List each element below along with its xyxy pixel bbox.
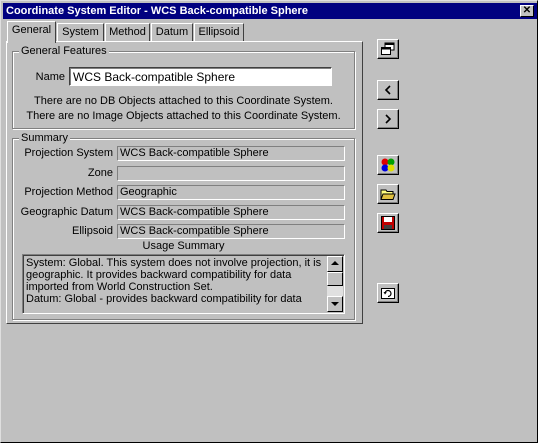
projection-method-value: Geographic (117, 185, 345, 200)
general-features-label: General Features (19, 45, 109, 57)
summary-label: Summary (19, 132, 71, 144)
arrow-left-icon (384, 85, 391, 95)
projection-system-label: Projection System (24, 147, 113, 159)
zone-value (117, 166, 345, 181)
tab-general[interactable]: General (7, 21, 56, 43)
previous-button[interactable] (377, 80, 399, 100)
window-title: Coordinate System Editor - WCS Back-comp… (6, 5, 308, 17)
tab-ellipsoid[interactable]: Ellipsoid (194, 23, 244, 42)
scroll-up-icon (331, 261, 339, 265)
scroll-down-button[interactable] (327, 296, 343, 312)
save-button[interactable] (377, 213, 399, 233)
tab-method-label: Method (109, 26, 146, 38)
palette-button[interactable] (377, 155, 399, 175)
close-button[interactable]: ✕ (520, 5, 534, 17)
name-label: Name (35, 71, 65, 83)
clone-window-button[interactable] (377, 39, 399, 59)
tab-ellipsoid-label: Ellipsoid (198, 26, 240, 38)
title-bar[interactable]: Coordinate System Editor - WCS Back-comp… (3, 3, 537, 19)
reload-button[interactable] (377, 283, 399, 303)
open-button[interactable] (377, 184, 399, 204)
tab-method[interactable]: Method (105, 23, 150, 42)
scroll-down-icon (331, 302, 339, 306)
arrow-right-icon (385, 114, 392, 124)
geographic-datum-label: Geographic Datum (20, 206, 113, 218)
db-objects-info: There are no DB Objects attached to this… (34, 95, 333, 107)
general-tab-panel: General Features Name There are no DB Ob… (6, 41, 363, 324)
zone-label: Zone (87, 167, 113, 179)
tab-system-label: System (62, 26, 99, 38)
projection-system-value: WCS Back-compatible Sphere (117, 146, 345, 161)
usage-summary-textarea[interactable]: System: Global. This system does not inv… (22, 254, 345, 314)
tab-system[interactable]: System (57, 23, 104, 42)
name-input[interactable] (69, 67, 332, 86)
ellipsoid-label: Ellipsoid (72, 225, 113, 237)
close-icon: ✕ (522, 5, 532, 16)
tab-general-label: General (11, 24, 52, 36)
tab-datum-label: Datum (155, 26, 189, 38)
palette-icon (381, 158, 395, 172)
scroll-thumb[interactable] (327, 272, 343, 286)
tab-datum[interactable]: Datum (151, 23, 193, 42)
clone-windows-icon (381, 42, 395, 55)
usage-summary-text: System: Global. This system does not inv… (26, 257, 322, 305)
projection-method-label: Projection Method (24, 186, 113, 198)
reload-icon (381, 288, 395, 299)
image-objects-info: There are no Image Objects attached to t… (26, 110, 341, 122)
save-disk-icon (381, 216, 395, 230)
ellipsoid-value: WCS Back-compatible Sphere (117, 224, 345, 239)
scroll-up-button[interactable] (327, 256, 343, 272)
next-button[interactable] (377, 109, 399, 129)
usage-summary-label: Usage Summary (142, 240, 225, 252)
open-folder-icon (380, 189, 396, 200)
usage-summary-scrollbar[interactable] (327, 256, 343, 312)
coordinate-system-editor-window: Coordinate System Editor - WCS Back-comp… (0, 0, 538, 443)
geographic-datum-value: WCS Back-compatible Sphere (117, 205, 345, 220)
